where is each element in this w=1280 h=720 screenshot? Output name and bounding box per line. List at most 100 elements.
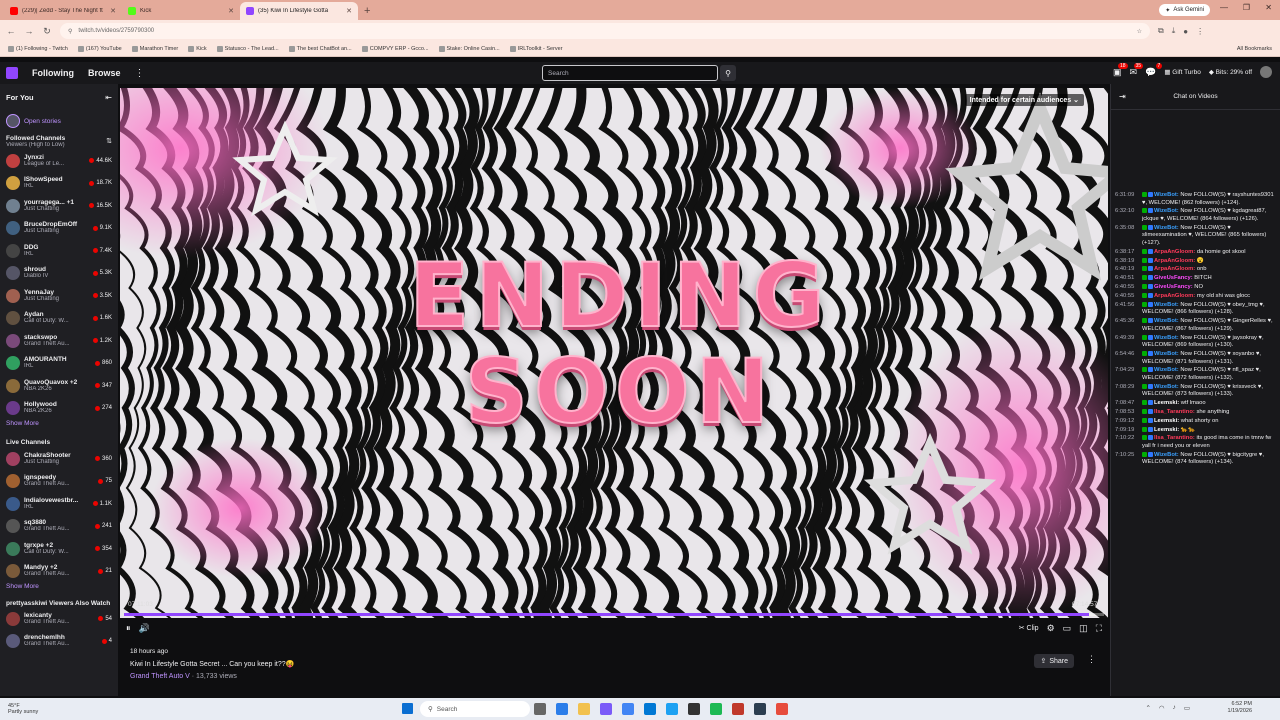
sidebar-channel[interactable]: sq3880 Grand Theft Au... 241 <box>0 515 118 538</box>
browse-link[interactable]: Browse <box>88 68 121 78</box>
spotify-icon[interactable] <box>710 703 722 715</box>
chat-username[interactable]: WizeBot: <box>1154 192 1179 198</box>
chat-username[interactable]: WizeBot: <box>1154 452 1179 458</box>
app-icon[interactable] <box>600 703 612 715</box>
close-tab-icon[interactable]: ✕ <box>110 7 116 15</box>
sidebar-channel[interactable]: yourragega... +1 Just Chatting 16.5K <box>0 195 118 218</box>
chat-username[interactable]: WizeBot: <box>1154 335 1179 341</box>
url-field[interactable]: ⚲ twitch.tv/videos/2759790300 ☆ <box>60 23 1150 39</box>
site-info-icon[interactable]: ⚲ <box>68 28 72 35</box>
fullscreen-icon[interactable]: ⛶ <box>1096 623 1102 634</box>
bookmark-item[interactable]: IRLToolkit - Server <box>509 46 563 52</box>
weather-widget[interactable]: 45°F Partly sunny <box>8 703 38 715</box>
chat-username[interactable]: Leemski: <box>1154 427 1179 433</box>
volume-icon[interactable]: 🔊 <box>139 623 150 634</box>
file-explorer-icon[interactable] <box>578 703 590 715</box>
user-avatar[interactable] <box>1260 66 1272 78</box>
video-player[interactable]: Intended for certain audiences ⌄ ENDING … <box>120 88 1108 618</box>
chat-username[interactable]: WizeBot: <box>1154 318 1179 324</box>
task-view-icon[interactable] <box>534 703 546 715</box>
pip-icon[interactable]: ◫ <box>1079 623 1088 634</box>
sort-icon[interactable]: ⇅ <box>106 137 112 145</box>
extensions-icon[interactable]: ⧉ <box>1158 26 1164 36</box>
search-input[interactable]: Search <box>542 65 718 81</box>
ask-gemini-button[interactable]: ✦ Ask Gemini <box>1159 4 1210 16</box>
widgets-icon[interactable] <box>556 703 568 715</box>
chat-username[interactable]: ArpaAnGloom: <box>1154 249 1195 255</box>
download-icon[interactable]: ⤓ <box>1172 26 1176 36</box>
browser-tab[interactable]: Kick ✕ <box>122 2 240 20</box>
edge-icon[interactable] <box>666 703 678 715</box>
sidebar-channel[interactable]: QuavoQuavox +2 NBA 2K26 347 <box>0 375 118 398</box>
sidebar-channel[interactable]: Aydan Call of Duty: W... 1.6K <box>0 307 118 330</box>
clip-button[interactable]: ✂ Clip <box>1019 624 1039 632</box>
collapse-sidebar-icon[interactable]: ⇤ <box>105 93 112 102</box>
pause-icon[interactable]: ⏸ <box>126 623 131 634</box>
sidebar-channel[interactable]: drenchemlhh Grand Theft Au... 4 <box>0 630 118 653</box>
all-bookmarks-button[interactable]: All Bookmarks <box>1237 46 1272 52</box>
chat-username[interactable]: Ilsa_Tarantino: <box>1154 409 1195 415</box>
minimize-button[interactable]: — <box>1220 3 1228 12</box>
sidebar-channel[interactable]: BruceDropEmOff Just Chatting 9.1K <box>0 217 118 240</box>
sidebar-channel[interactable]: Jynxzi League of Le... 44.6K <box>0 150 118 173</box>
chat-username[interactable]: Leemski: <box>1154 418 1179 424</box>
sidebar-channel[interactable]: tgrxpe +2 Call of Duty: W... 354 <box>0 538 118 561</box>
chat-username[interactable]: GiveUsFancy: <box>1154 275 1193 281</box>
sidebar-channel[interactable]: YennaJay Just Chatting 3.5K <box>0 285 118 308</box>
seek-bar[interactable] <box>124 613 1104 616</box>
back-button[interactable]: ← <box>6 26 16 36</box>
sidebar-channel[interactable]: Hollywood NBA 2K26 274 <box>0 397 118 420</box>
following-link[interactable]: Following <box>32 68 74 78</box>
app-icon[interactable] <box>732 703 744 715</box>
bookmark-item[interactable]: Kick <box>188 46 207 52</box>
maximize-button[interactable]: ❐ <box>1243 3 1250 12</box>
bookmark-item[interactable]: (167) YouTube <box>77 46 122 52</box>
sidebar-channel[interactable]: stackswpo Grand Theft Au... 1.2K <box>0 330 118 353</box>
show-more-live[interactable]: Show More <box>0 583 118 590</box>
search-button[interactable]: ⚲ <box>720 65 736 81</box>
windows-start-icon[interactable] <box>402 703 413 714</box>
show-more-followed[interactable]: Show More <box>0 420 118 427</box>
twitch-logo-icon[interactable] <box>6 67 18 79</box>
chat-username[interactable]: Leemski: <box>1154 400 1179 406</box>
inbox-icon[interactable]: ✉ 35 <box>1130 62 1144 78</box>
sidebar-channel[interactable]: AMOURANTH IRL 860 <box>0 352 118 375</box>
battery-icon[interactable]: ▭ <box>1184 704 1190 712</box>
chat-username[interactable]: WizeBot: <box>1154 351 1179 357</box>
sidebar-channel[interactable]: DDG IRL 7.4K <box>0 240 118 263</box>
chrome-icon[interactable] <box>622 703 634 715</box>
sidebar-channel[interactable]: lexicanty Grand Theft Au... 54 <box>0 608 118 631</box>
tray-chevron-icon[interactable]: ⌃ <box>1145 704 1150 712</box>
sidebar-channel[interactable]: shroud Diablo IV 5.3K <box>0 262 118 285</box>
taskbar-search[interactable]: ⚲ Search <box>420 701 530 717</box>
chat-username[interactable]: ArpaAnGloom: <box>1154 266 1195 272</box>
bookmark-item[interactable]: Marathon Timer <box>131 46 178 52</box>
close-window-button[interactable]: ✕ <box>1265 3 1272 12</box>
sidebar-channel[interactable]: ChakraShooter Just Chatting 360 <box>0 448 118 471</box>
sidebar-channel[interactable]: Indialovewestbr... IRL 1.1K <box>0 493 118 516</box>
sidebar-channel[interactable]: IShowSpeed IRL 18.7K <box>0 172 118 195</box>
bookmark-star-icon[interactable]: ☆ <box>1137 28 1142 35</box>
bookmark-item[interactable]: (1) Following - Twitch <box>8 46 68 52</box>
bookmark-item[interactable]: COMPVY ERP - Gcco... <box>361 46 429 52</box>
bits-button[interactable]: ◆ Bits: 29% off <box>1209 68 1252 76</box>
browser-tab[interactable]: (229)| Zedd - Stay The Night ft ✕ <box>4 2 122 20</box>
whispers-icon[interactable]: 💬 7 <box>1145 62 1163 78</box>
sidebar-channel[interactable]: Mandyy +2 Grand Theft Au... 21 <box>0 560 118 583</box>
theatre-mode-icon[interactable]: ▭ <box>1063 623 1072 634</box>
app-icon[interactable] <box>688 703 700 715</box>
sidebar-channel[interactable]: ignspeedy Grand Theft Au... 75 <box>0 470 118 493</box>
chat-username[interactable]: ArpaAnGloom: <box>1154 293 1195 299</box>
more-menu-icon[interactable]: ⋮ <box>135 68 145 79</box>
bookmark-item[interactable]: The best ChatBot an... <box>288 46 352 52</box>
chat-username[interactable]: WizeBot: <box>1154 302 1179 308</box>
close-tab-icon[interactable]: ✕ <box>346 7 352 15</box>
chat-username[interactable]: WizeBot: <box>1154 384 1179 390</box>
collapse-chat-icon[interactable]: ⇥ <box>1119 92 1126 101</box>
profile-icon[interactable]: ● <box>1183 27 1188 36</box>
more-options-icon[interactable]: ⋮ <box>1087 654 1096 665</box>
wifi-icon[interactable]: ◠ <box>1159 704 1165 712</box>
forward-button[interactable]: → <box>24 26 34 36</box>
share-button[interactable]: ⇪ Share <box>1034 654 1074 668</box>
steam-icon[interactable] <box>754 703 766 715</box>
